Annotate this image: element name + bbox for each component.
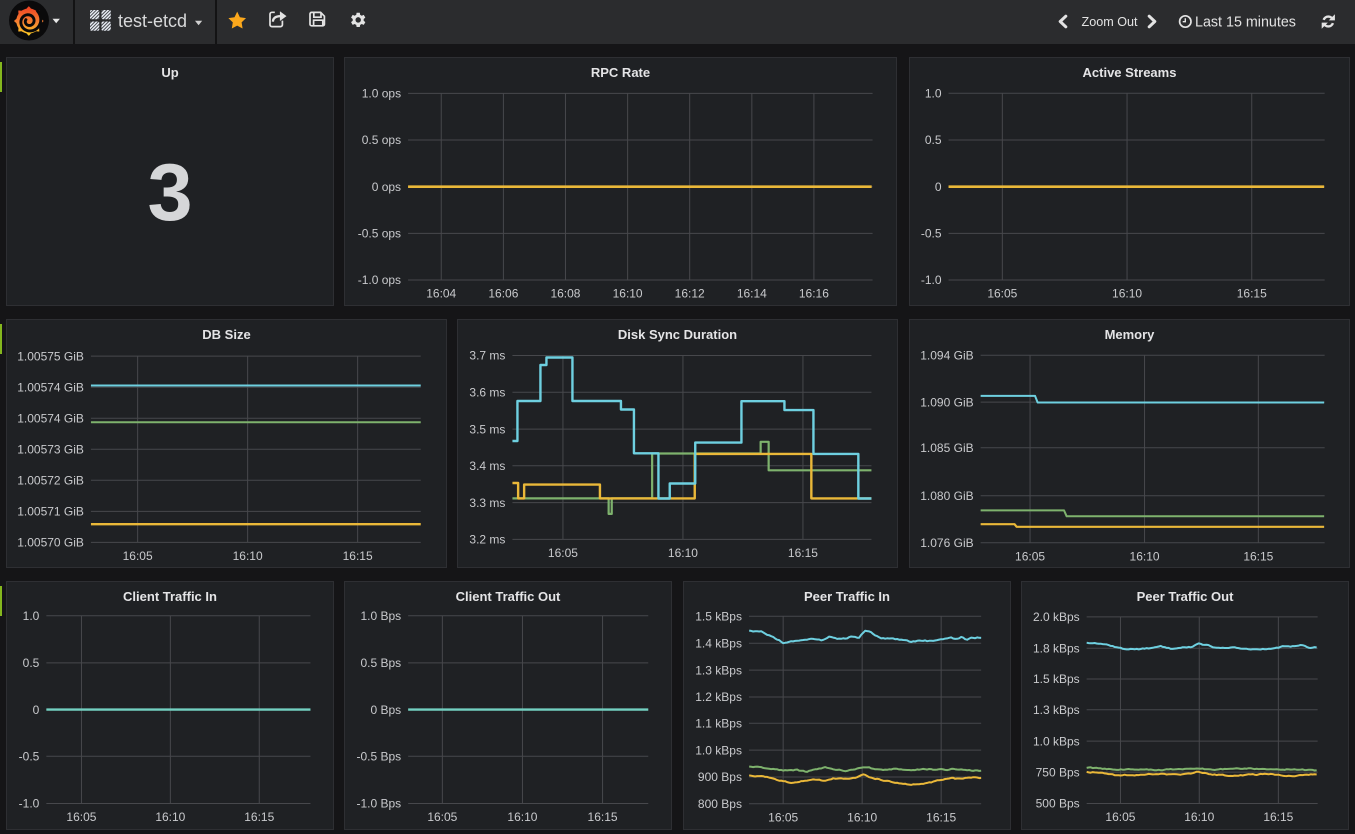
svg-text:16:15: 16:15 [926, 811, 956, 825]
svg-text:-1.0: -1.0 [921, 273, 942, 287]
svg-text:16:15: 16:15 [343, 549, 373, 563]
svg-text:750 Bps: 750 Bps [1036, 765, 1080, 779]
svg-text:16:12: 16:12 [675, 287, 705, 301]
svg-text:800 Bps: 800 Bps [698, 797, 742, 811]
svg-text:16:15: 16:15 [1243, 549, 1273, 563]
svg-text:-1.0 ops: -1.0 ops [358, 273, 401, 287]
svg-text:-1.0: -1.0 [19, 797, 40, 811]
svg-text:1.0 ops: 1.0 ops [362, 87, 401, 101]
svg-text:16:10: 16:10 [668, 546, 698, 560]
svg-text:0.5: 0.5 [23, 656, 40, 670]
svg-text:-0.5: -0.5 [19, 750, 40, 764]
svg-text:3.5 ms: 3.5 ms [469, 422, 505, 436]
svg-text:1.00575 GiB: 1.00575 GiB [17, 349, 84, 363]
svg-text:1.4 kBps: 1.4 kBps [695, 636, 742, 650]
svg-text:1.0 Bps: 1.0 Bps [360, 609, 401, 623]
svg-text:3.7 ms: 3.7 ms [469, 349, 505, 363]
svg-text:1.094 GiB: 1.094 GiB [920, 349, 973, 363]
svg-text:16:05: 16:05 [987, 287, 1017, 301]
svg-text:16:06: 16:06 [488, 287, 518, 301]
svg-text:16:16: 16:16 [799, 287, 829, 301]
svg-text:16:15: 16:15 [1263, 810, 1293, 824]
svg-text:1.00571 GiB: 1.00571 GiB [17, 505, 84, 519]
svg-text:16:05: 16:05 [1015, 549, 1045, 563]
svg-text:1.076 GiB: 1.076 GiB [920, 536, 973, 550]
svg-text:3.3 ms: 3.3 ms [469, 496, 505, 510]
svg-text:0 ops: 0 ops [372, 180, 401, 194]
svg-text:1.0 kBps: 1.0 kBps [695, 743, 742, 757]
svg-text:16:04: 16:04 [426, 287, 456, 301]
svg-text:1.3 kBps: 1.3 kBps [1033, 703, 1080, 717]
svg-text:16:10: 16:10 [507, 810, 537, 824]
svg-text:1.080 GiB: 1.080 GiB [920, 489, 973, 503]
svg-text:-1.0 Bps: -1.0 Bps [356, 797, 401, 811]
svg-text:1.5 kBps: 1.5 kBps [695, 610, 742, 624]
svg-text:16:10: 16:10 [1130, 549, 1160, 563]
svg-text:16:05: 16:05 [66, 810, 96, 824]
svg-text:16:15: 16:15 [1237, 287, 1267, 301]
svg-text:3.6 ms: 3.6 ms [469, 386, 505, 400]
svg-text:16:10: 16:10 [847, 811, 877, 825]
svg-text:0.5: 0.5 [925, 133, 942, 147]
svg-text:Zoom Out: Zoom Out [1082, 15, 1138, 29]
svg-text:16:10: 16:10 [1112, 287, 1142, 301]
svg-text:16:05: 16:05 [548, 546, 578, 560]
svg-text:1.0 kBps: 1.0 kBps [1033, 734, 1080, 748]
svg-text:1.3 kBps: 1.3 kBps [695, 663, 742, 677]
svg-text:1.1 kBps: 1.1 kBps [695, 716, 742, 730]
svg-text:test-etcd: test-etcd [118, 11, 187, 31]
svg-text:1.00570 GiB: 1.00570 GiB [17, 536, 84, 550]
svg-text:1.085 GiB: 1.085 GiB [920, 441, 973, 455]
svg-text:16:10: 16:10 [1184, 810, 1214, 824]
svg-text:500 Bps: 500 Bps [1036, 797, 1080, 811]
svg-text:-0.5 ops: -0.5 ops [358, 227, 401, 241]
svg-text:1.8 kBps: 1.8 kBps [1033, 642, 1080, 656]
svg-text:16:15: 16:15 [244, 810, 274, 824]
svg-text:16:05: 16:05 [768, 811, 798, 825]
svg-text:1.00572 GiB: 1.00572 GiB [17, 474, 84, 488]
svg-text:16:05: 16:05 [1105, 810, 1135, 824]
svg-text:16:14: 16:14 [737, 287, 767, 301]
svg-text:16:10: 16:10 [613, 287, 643, 301]
svg-text:16:05: 16:05 [427, 810, 457, 824]
svg-text:1.0: 1.0 [23, 609, 40, 623]
svg-text:1.00573 GiB: 1.00573 GiB [17, 443, 84, 457]
svg-text:16:15: 16:15 [588, 810, 618, 824]
svg-text:16:05: 16:05 [123, 549, 153, 563]
svg-text:0.5 Bps: 0.5 Bps [360, 656, 401, 670]
svg-text:1.090 GiB: 1.090 GiB [920, 395, 973, 409]
svg-text:0 Bps: 0 Bps [370, 703, 401, 717]
svg-text:1.00574 GiB: 1.00574 GiB [17, 411, 84, 425]
svg-text:900 Bps: 900 Bps [698, 770, 742, 784]
svg-text:1.0: 1.0 [925, 87, 942, 101]
svg-text:-0.5: -0.5 [921, 227, 942, 241]
svg-text:16:10: 16:10 [233, 549, 263, 563]
svg-text:16:10: 16:10 [155, 810, 185, 824]
svg-text:-0.5 Bps: -0.5 Bps [356, 750, 401, 764]
svg-text:1.2 kBps: 1.2 kBps [695, 690, 742, 704]
svg-text:0.5 ops: 0.5 ops [362, 133, 401, 147]
svg-text:16:08: 16:08 [550, 287, 580, 301]
svg-text:3.2 ms: 3.2 ms [469, 533, 505, 547]
svg-text:2.0 kBps: 2.0 kBps [1033, 610, 1080, 624]
svg-text:3.4 ms: 3.4 ms [469, 459, 505, 473]
svg-text:0: 0 [33, 703, 40, 717]
svg-text:1.00574 GiB: 1.00574 GiB [17, 380, 84, 394]
svg-text:0: 0 [935, 180, 942, 194]
svg-text:1.5 kBps: 1.5 kBps [1033, 672, 1080, 686]
svg-text:Last 15 minutes: Last 15 minutes [1195, 14, 1296, 30]
svg-text:16:15: 16:15 [788, 546, 818, 560]
